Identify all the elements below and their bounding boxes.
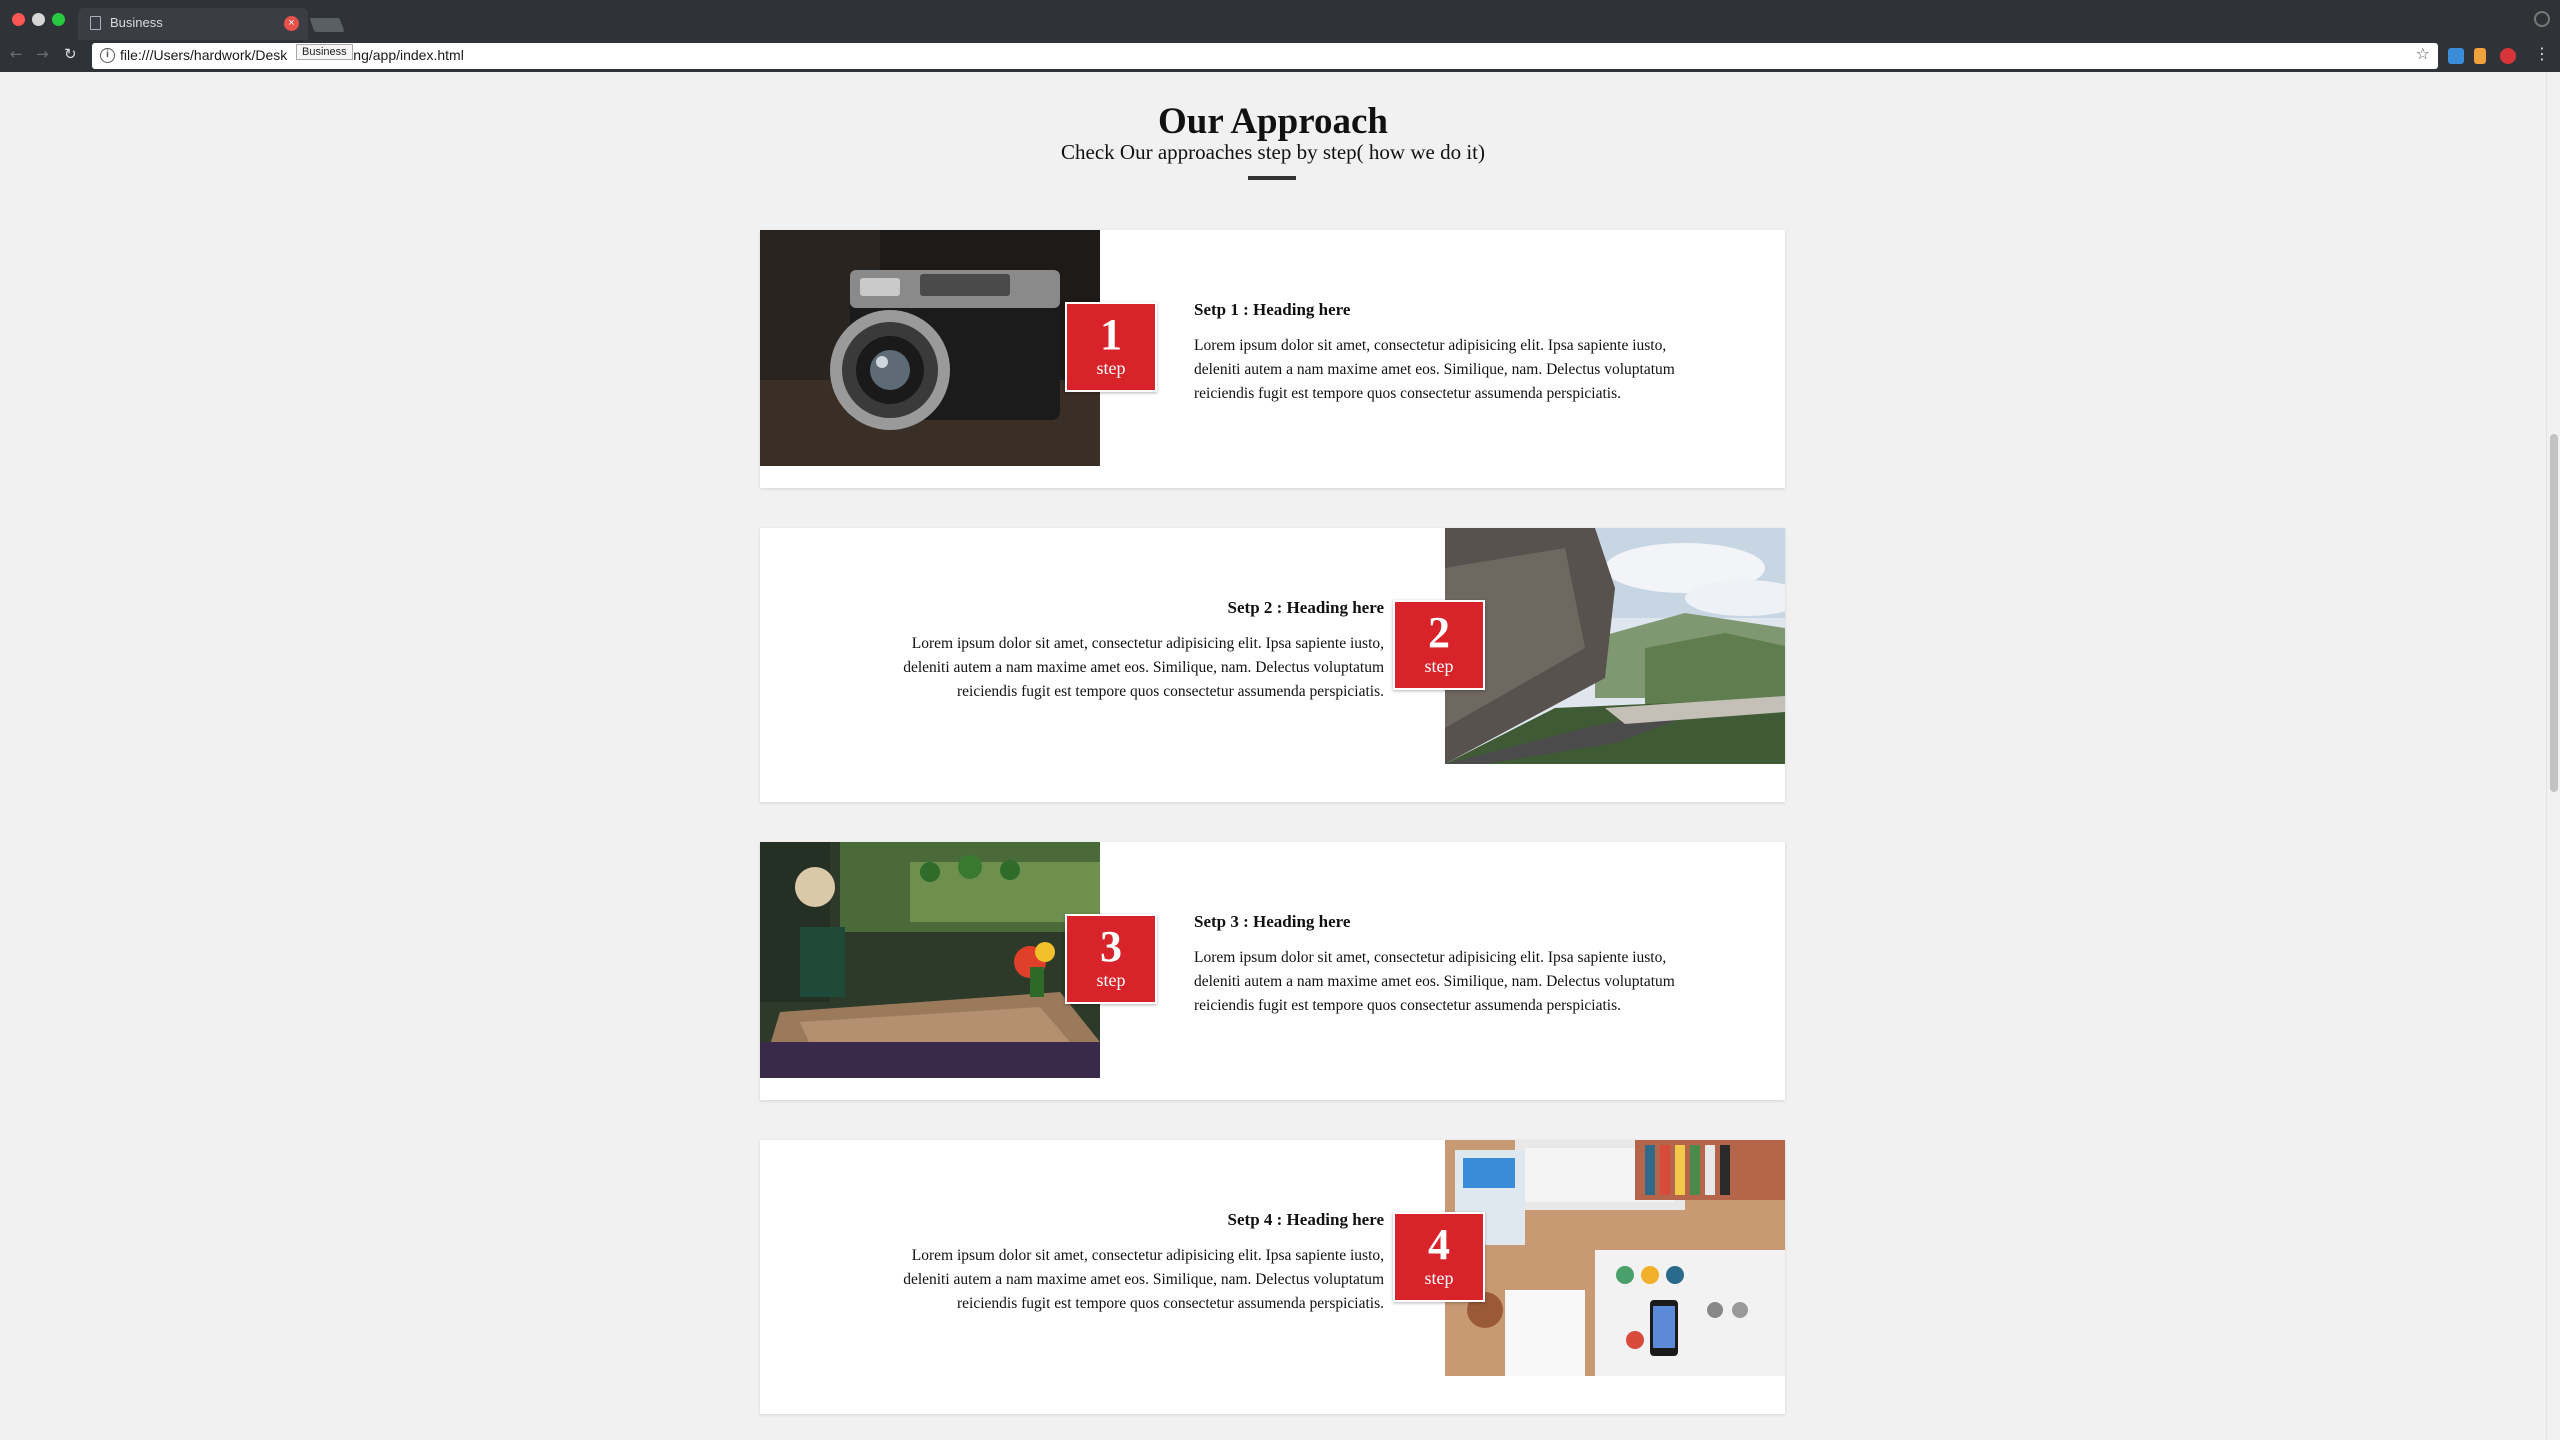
- step-number: 1: [1100, 310, 1122, 359]
- step-card: 1 step Setp 1 : Heading here Lorem ipsum…: [760, 230, 1785, 488]
- step-heading: Setp 3 : Heading here: [1194, 912, 1351, 931]
- step-heading: Setp 1 : Heading here: [1194, 300, 1351, 319]
- section-title: Our Approach: [1158, 101, 1388, 142]
- scrollbar-thumb[interactable]: [2550, 434, 2558, 792]
- step-card: 2 step Setp 2 : Heading here Lorem ipsum…: [760, 528, 1785, 802]
- profile-icon[interactable]: [2534, 11, 2550, 27]
- browser-tab[interactable]: Business ×: [78, 8, 308, 40]
- step-label: step: [1096, 970, 1126, 990]
- step-card: 4 step Setp 4 : Heading here Lorem ipsum…: [760, 1140, 1785, 1414]
- extension-shield-icon[interactable]: [2448, 48, 2464, 64]
- browser-tab-bar: Business ×: [0, 0, 2560, 40]
- step-badge: 4 step: [1393, 1212, 1485, 1302]
- url-text: file:///Users/hardwork/Desk ng/app/index.…: [120, 47, 464, 63]
- step-number: 2: [1428, 608, 1450, 657]
- step-text: Setp 4 : Heading here Lorem ipsum dolor …: [894, 1210, 1384, 1316]
- cafe-table-photo: [760, 842, 1100, 1078]
- step-label: step: [1424, 1268, 1454, 1288]
- step-heading: Setp 2 : Heading here: [1227, 598, 1384, 617]
- minimize-window-button[interactable]: [32, 13, 45, 26]
- step-body: Lorem ipsum dolor sit amet, consectetur …: [903, 635, 1384, 700]
- pinterest-icon[interactable]: [2500, 48, 2516, 64]
- step-label: step: [1424, 656, 1454, 676]
- step-number: 4: [1428, 1220, 1450, 1269]
- browser-toolbar: ← → ↻ i file:///Users/hardwork/Desk ng/ap…: [0, 40, 2560, 72]
- back-arrow-icon[interactable]: ←: [10, 45, 23, 63]
- step-text: Setp 2 : Heading here Lorem ipsum dolor …: [894, 598, 1384, 704]
- section-subtitle: Check Our approaches step by step( how w…: [1061, 140, 1485, 164]
- reload-icon[interactable]: ↻: [64, 45, 77, 63]
- step-number: 3: [1100, 922, 1122, 971]
- step-badge: 3 step: [1065, 914, 1157, 1004]
- tab-title: Business: [110, 15, 163, 30]
- tab-close-icon[interactable]: ×: [284, 16, 299, 31]
- document-icon: [90, 16, 101, 30]
- info-icon[interactable]: i: [100, 48, 115, 63]
- mountain-road-photo: [1445, 528, 1785, 764]
- maximize-window-button[interactable]: [52, 13, 65, 26]
- step-card: 3 step Setp 3 : Heading here Lorem ipsum…: [760, 842, 1785, 1100]
- menu-dots-icon[interactable]: ⋮: [2534, 44, 2550, 63]
- page-content: Our Approach Check Our approaches step b…: [0, 72, 2546, 1440]
- star-icon[interactable]: ☆: [2416, 44, 2430, 63]
- title-underline: [1248, 176, 1296, 180]
- forward-arrow-icon[interactable]: →: [36, 45, 49, 63]
- address-bar[interactable]: i file:///Users/hardwork/Desk ng/app/inde…: [92, 43, 2438, 69]
- step-body: Lorem ipsum dolor sit amet, consectetur …: [1194, 949, 1675, 1014]
- step-label: step: [1096, 358, 1126, 378]
- step-badge: 2 step: [1393, 600, 1485, 690]
- camera-photo: [760, 230, 1100, 466]
- step-badge: 1 step: [1065, 302, 1157, 392]
- extension-flag-icon[interactable]: [2474, 48, 2486, 64]
- close-window-button[interactable]: [12, 13, 25, 26]
- step-text: Setp 3 : Heading here Lorem ipsum dolor …: [1194, 912, 1684, 1018]
- new-tab-button[interactable]: [309, 18, 345, 32]
- step-text: Setp 1 : Heading here Lorem ipsum dolor …: [1194, 300, 1684, 406]
- step-body: Lorem ipsum dolor sit amet, consectetur …: [1194, 337, 1675, 402]
- step-heading: Setp 4 : Heading here: [1227, 1210, 1384, 1229]
- tab-tooltip: Business: [296, 44, 353, 60]
- page-scrollbar[interactable]: [2546, 72, 2560, 1440]
- desk-workspace-photo: [1445, 1140, 1785, 1376]
- step-body: Lorem ipsum dolor sit amet, consectetur …: [903, 1247, 1384, 1312]
